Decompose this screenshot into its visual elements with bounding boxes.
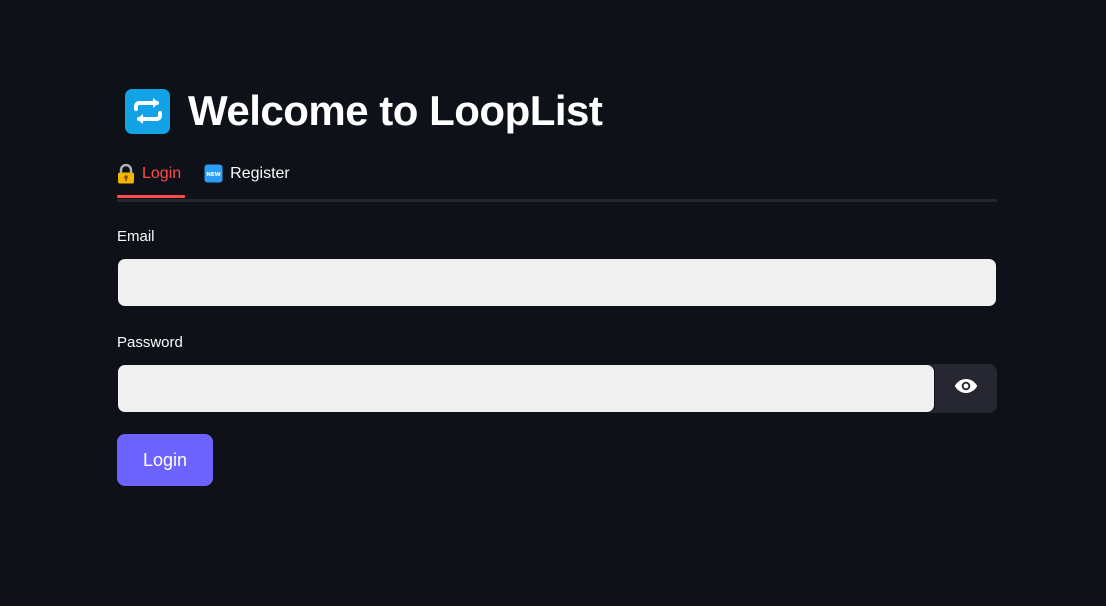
password-field-wrapper xyxy=(117,364,997,413)
repeat-arrows-icon xyxy=(125,88,170,134)
auth-tabs: Login NEW Register xyxy=(117,163,997,202)
tab-login[interactable]: Login xyxy=(117,163,186,198)
email-field-wrapper xyxy=(117,258,997,307)
svg-text:NEW: NEW xyxy=(206,172,220,178)
email-field[interactable] xyxy=(117,258,997,307)
tabs-divider xyxy=(117,199,997,202)
login-button[interactable]: Login xyxy=(117,434,213,486)
tab-register-label: Register xyxy=(230,164,290,182)
tab-register[interactable]: NEW Register xyxy=(204,163,290,198)
login-page: Welcome to LoopList Login NEW Register E… xyxy=(0,0,1106,606)
password-label: Password xyxy=(117,334,183,351)
tab-login-label: Login xyxy=(142,164,182,182)
eye-icon xyxy=(954,378,978,399)
locked-with-key-icon xyxy=(117,163,135,184)
show-password-button[interactable] xyxy=(935,364,997,413)
page-title: Welcome to LoopList xyxy=(188,87,603,134)
password-field[interactable] xyxy=(117,364,935,413)
header: Welcome to LoopList xyxy=(125,86,997,136)
email-label: Email xyxy=(117,228,155,245)
login-container: Welcome to LoopList Login NEW Register E… xyxy=(117,86,997,486)
new-badge-icon: NEW xyxy=(204,164,223,183)
